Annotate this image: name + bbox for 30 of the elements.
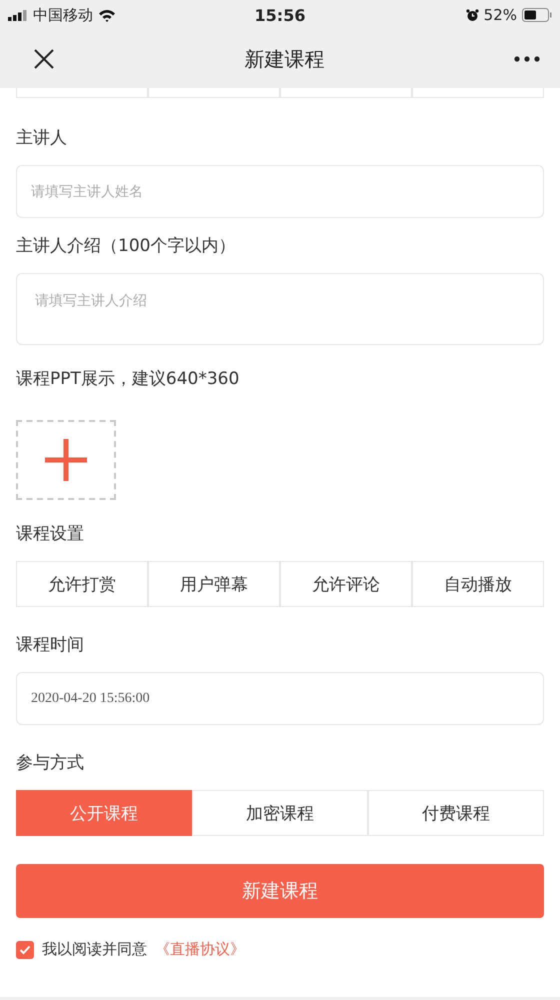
mode-tab[interactable]: 付费课程 [368,790,544,836]
agreement-text: 我以阅读并同意 [42,940,147,959]
plus-icon [45,439,87,481]
check-icon [19,944,31,954]
field-label: 课程时间 [16,634,85,656]
alarm-icon [466,8,479,22]
wifi-icon [98,8,116,22]
agree-checkbox[interactable] [16,940,34,958]
option-button[interactable]: 允许评论 [280,561,412,607]
carrier-name: 中国移动 [33,6,93,24]
battery-percent: 52% [484,6,517,24]
status-time: 15:56 [254,6,306,24]
text-area[interactable]: 请填写主讲人介绍 [16,273,544,345]
section-label: 参与方式 [16,752,85,774]
date-field[interactable]: 2020-04-20 15:56:00 [16,672,544,725]
upload-box[interactable] [16,420,116,500]
close-icon[interactable] [33,48,55,70]
more-icon[interactable] [514,56,540,62]
battery-icon [522,8,552,22]
input-field[interactable]: 请填写主讲人姓名 [16,165,544,218]
signal-icon [8,10,28,20]
mode-tab[interactable]: 加密课程 [192,790,368,836]
section-label: 课程设置 [16,523,85,545]
option-button[interactable]: 允许打赏 [16,561,148,607]
field-label: 主讲人 [16,127,68,149]
option-button[interactable]: 自动播放 [412,561,544,607]
option-button[interactable]: 用户弹幕 [148,561,280,607]
field-label: 课程PPT展示，建议640*360 [16,368,240,390]
page-title: 新建课程 [244,46,324,72]
field-label: 主讲人介绍（100个字以内） [16,235,236,257]
